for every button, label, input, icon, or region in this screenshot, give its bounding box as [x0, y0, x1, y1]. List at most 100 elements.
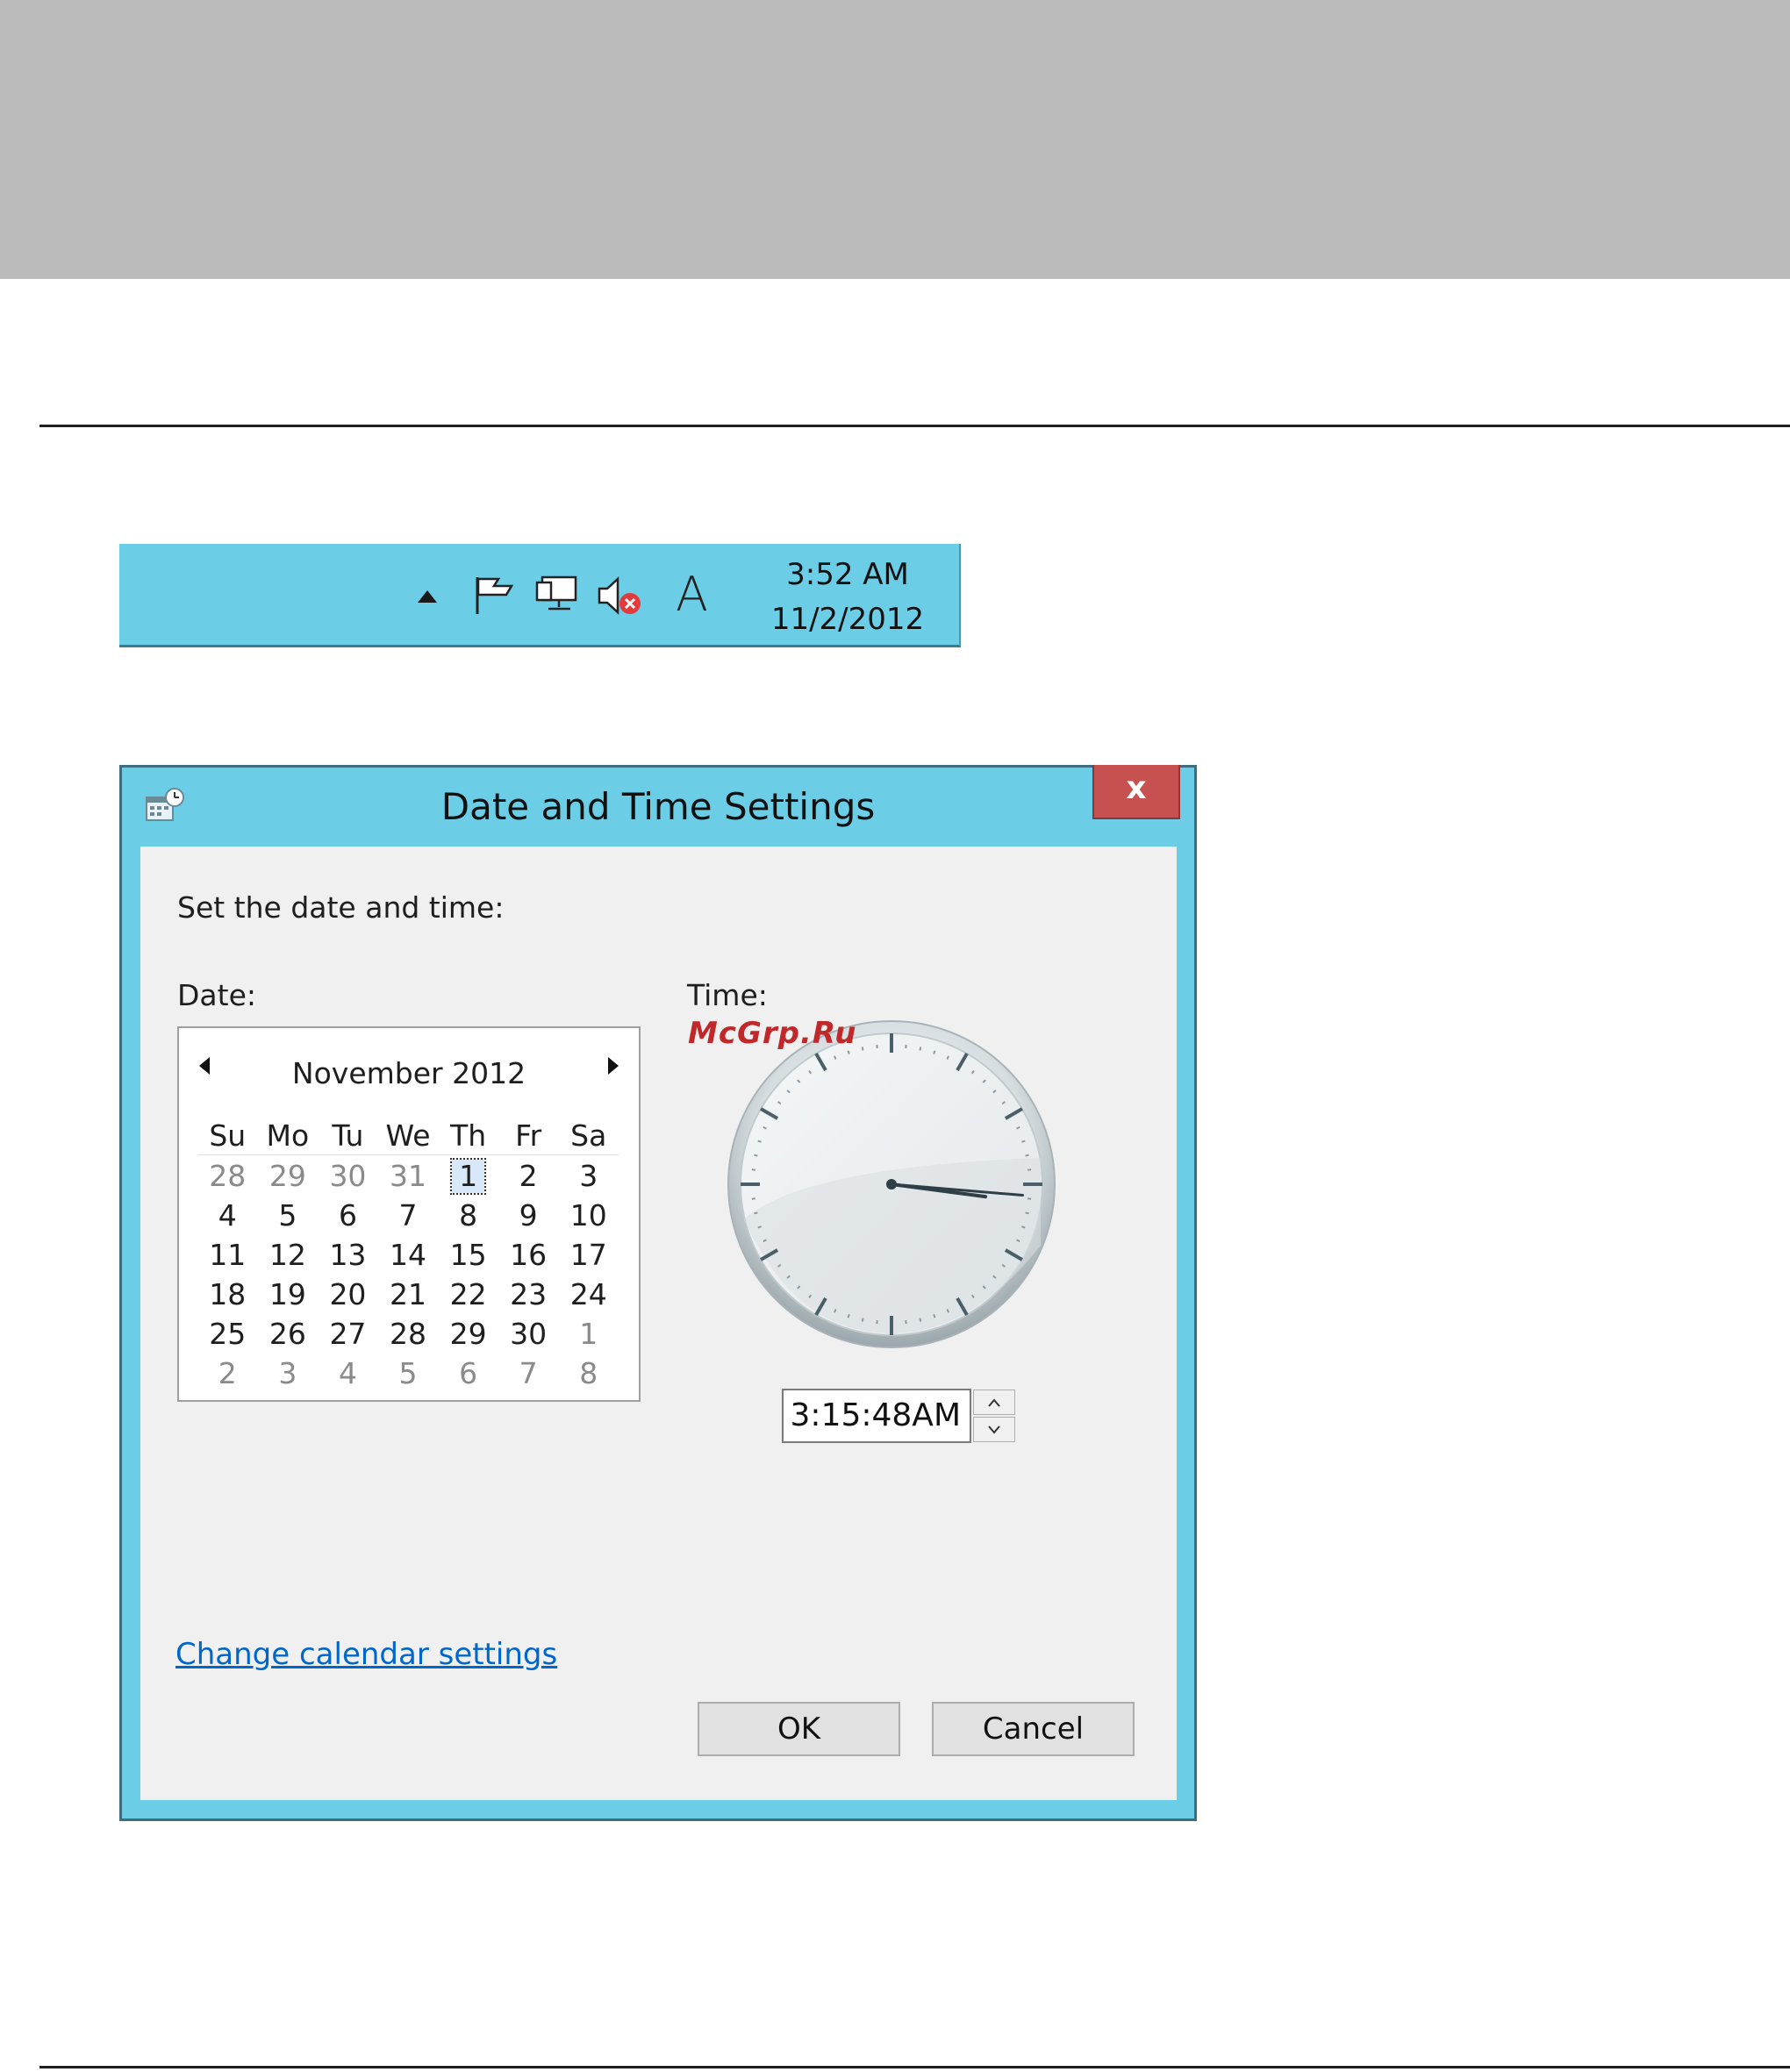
calendar-day-number: 28: [390, 1317, 427, 1351]
calendar-day[interactable]: 6: [318, 1196, 378, 1235]
calendar-day-number: 22: [449, 1277, 487, 1311]
calendar-week-row: 11 12 13 14 15 16 17: [197, 1235, 619, 1275]
calendar-week-row: 25 26 27 28 29 30 1: [197, 1314, 619, 1354]
calendar-day[interactable]: 4: [197, 1196, 258, 1235]
instruction-label: Set the date and time:: [177, 890, 505, 925]
calendar-month-title[interactable]: November 2012: [179, 1056, 639, 1090]
weekday-label: Fr: [515, 1118, 542, 1153]
network-icon[interactable]: [535, 575, 579, 618]
calendar-day-number: 4: [218, 1198, 237, 1232]
calendar-day-other-month[interactable]: 8: [558, 1354, 619, 1393]
calendar-day[interactable]: 16: [498, 1235, 559, 1275]
calendar-day[interactable]: 23: [498, 1275, 559, 1314]
calendar-day[interactable]: 18: [197, 1275, 258, 1314]
calendar-week-row: 2 3 4 5 6 7 8: [197, 1354, 619, 1393]
calendar-weekday-header: Su Mo Tu We Th Fr Sa: [197, 1116, 619, 1155]
calendar-day-other-month[interactable]: 5: [378, 1354, 439, 1393]
calendar-day[interactable]: 5: [258, 1196, 319, 1235]
calendar-day-other-month[interactable]: 2: [197, 1354, 258, 1393]
calendar-day[interactable]: 8: [438, 1196, 498, 1235]
change-calendar-settings-link[interactable]: Change calendar settings: [175, 1637, 557, 1672]
calendar-day-number: 7: [519, 1356, 538, 1390]
weekday-label: Th: [450, 1118, 487, 1153]
time-input[interactable]: 3:15:48AM: [782, 1389, 971, 1443]
dialog-title: Date and Time Settings: [440, 785, 876, 828]
calendar-day-number: 26: [268, 1317, 306, 1351]
calendar-day-selected[interactable]: 1: [438, 1156, 498, 1196]
calendar-day-other-month[interactable]: 7: [498, 1354, 559, 1393]
calendar-day-number: 23: [510, 1277, 548, 1311]
calendar-day-number: 4: [338, 1356, 357, 1390]
calendar-day-number: 29: [268, 1159, 306, 1193]
calendar-day[interactable]: 10: [558, 1196, 619, 1235]
calendar-day[interactable]: 29: [438, 1314, 498, 1354]
calendar-day[interactable]: 22: [438, 1275, 498, 1314]
calendar-day-number: 6: [338, 1198, 357, 1232]
clock-minute-mark: [757, 1140, 762, 1143]
calendar-day-number: 8: [579, 1356, 598, 1390]
input-method-icon[interactable]: A: [676, 567, 708, 622]
calendar-day-other-month[interactable]: 4: [318, 1354, 378, 1393]
calendar-day[interactable]: 11: [197, 1235, 258, 1275]
ok-button[interactable]: OK: [698, 1702, 900, 1756]
speaker-muted-icon[interactable]: [597, 575, 644, 621]
calendar-day[interactable]: 14: [378, 1235, 439, 1275]
calendar-day[interactable]: 9: [498, 1196, 559, 1235]
calendar-day-number: 16: [510, 1238, 548, 1272]
calendar-day-other-month[interactable]: 6: [438, 1354, 498, 1393]
calendar-day-other-month[interactable]: 29: [258, 1156, 319, 1196]
bottom-divider: [39, 2066, 1790, 2068]
clock-minute-mark: [847, 1050, 850, 1054]
calendar-day[interactable]: 12: [258, 1235, 319, 1275]
calendar-day[interactable]: 21: [378, 1275, 439, 1314]
calendar-day[interactable]: 17: [558, 1235, 619, 1275]
calendar-day-number: 6: [459, 1356, 478, 1390]
calendar-day[interactable]: 27: [318, 1314, 378, 1354]
calendar-day[interactable]: 19: [258, 1275, 319, 1314]
calendar-day-number: 17: [569, 1238, 607, 1272]
calendar-day-number: 9: [519, 1198, 538, 1232]
close-button[interactable]: x: [1092, 765, 1180, 819]
close-icon: x: [1126, 770, 1147, 806]
calendar-day-other-month[interactable]: 3: [258, 1354, 319, 1393]
calendar-day[interactable]: 3: [558, 1156, 619, 1196]
action-center-flag-icon[interactable]: [472, 574, 514, 619]
clock-center-pin: [886, 1179, 897, 1190]
calendar-day[interactable]: 28: [378, 1314, 439, 1354]
analog-clock: [725, 1018, 1058, 1354]
clock-minute-mark: [1021, 1225, 1026, 1229]
calendar-day-number: 18: [209, 1277, 247, 1311]
weekday-label: Su: [209, 1118, 247, 1153]
tray-clock[interactable]: 3:52 AM 11/2/2012: [742, 553, 953, 642]
calendar-day[interactable]: 24: [558, 1275, 619, 1314]
calendar-day[interactable]: 13: [318, 1235, 378, 1275]
next-month-button[interactable]: [600, 1053, 626, 1079]
calendar-day-other-month[interactable]: 31: [378, 1156, 439, 1196]
time-spin-up-button[interactable]: [973, 1390, 1015, 1415]
calendar-day-number: 1: [579, 1317, 598, 1351]
clock-minute-mark: [754, 1154, 758, 1157]
calendar-control[interactable]: November 2012 Su Mo Tu We Th Fr Sa 28 29 30 31 1 2 3 4…: [177, 1026, 641, 1402]
calendar-day[interactable]: 7: [378, 1196, 439, 1235]
calendar-day[interactable]: 20: [318, 1275, 378, 1314]
calendar-day-number: 12: [268, 1238, 306, 1272]
calendar-day[interactable]: 25: [197, 1314, 258, 1354]
clock-minute-mark: [1025, 1211, 1029, 1215]
chevron-up-icon: [988, 1397, 1000, 1407]
calendar-day-number: 30: [329, 1159, 367, 1193]
calendar-day-number: 8: [459, 1198, 478, 1232]
calendar-day-other-month[interactable]: 1: [558, 1314, 619, 1354]
calendar-day-other-month[interactable]: 30: [318, 1156, 378, 1196]
calendar-day[interactable]: 26: [258, 1314, 319, 1354]
time-spin-down-button[interactable]: [973, 1417, 1015, 1442]
calendar-day[interactable]: 30: [498, 1314, 559, 1354]
calendar-day[interactable]: 15: [438, 1235, 498, 1275]
show-hidden-icons-arrow-icon[interactable]: [418, 589, 437, 606]
tray-time: 3:52 AM: [786, 557, 909, 592]
taskbar-notification-area: A 3:52 AM 11/2/2012: [119, 544, 961, 647]
calendar-week-row: 18 19 20 21 22 23 24: [197, 1275, 619, 1314]
cancel-button[interactable]: Cancel: [932, 1702, 1135, 1756]
tray-date: 11/2/2012: [770, 602, 925, 637]
calendar-day-other-month[interactable]: 28: [197, 1156, 258, 1196]
calendar-day[interactable]: 2: [498, 1156, 559, 1196]
